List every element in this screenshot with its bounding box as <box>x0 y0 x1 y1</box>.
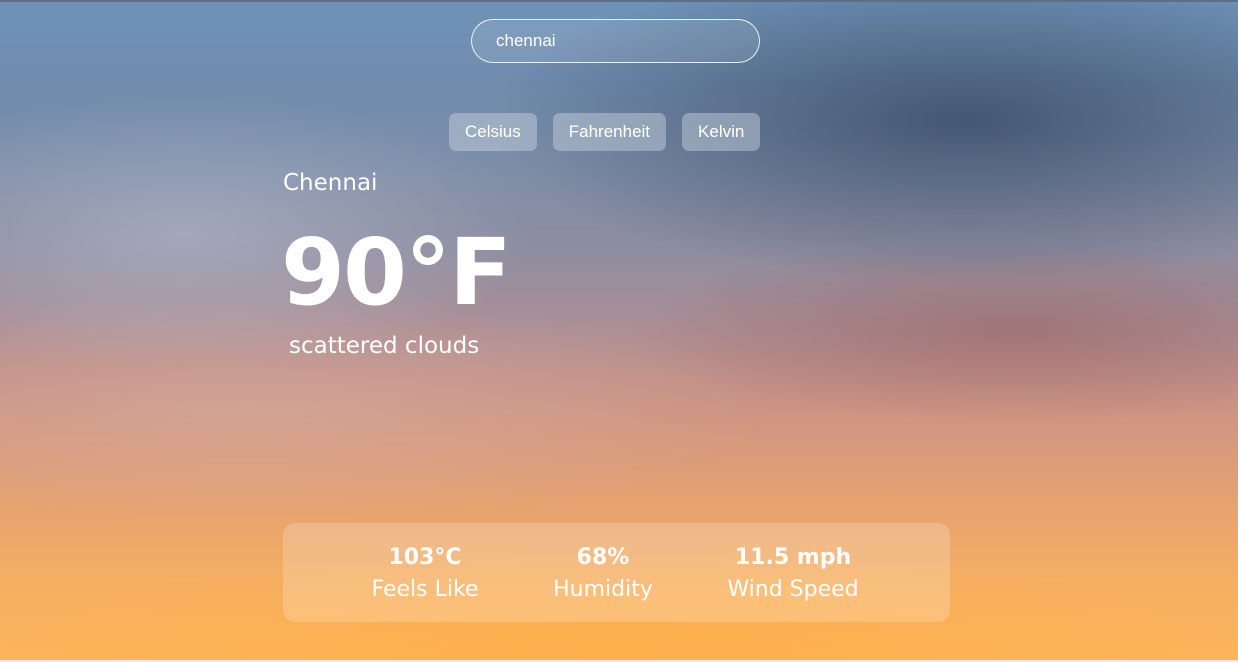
humidity-value: 68% <box>576 545 630 570</box>
humidity-label: Humidity <box>553 577 653 602</box>
fahrenheit-button[interactable]: Fahrenheit <box>552 113 667 151</box>
top-border <box>0 0 1238 2</box>
unit-switcher: Celsius Fahrenheit Kelvin <box>449 113 761 151</box>
celsius-button[interactable]: Celsius <box>449 113 537 151</box>
feels-like-label: Feels Like <box>371 577 479 602</box>
feels-like-stat: 103°C Feels Like <box>350 543 500 607</box>
wind-speed-value: 11.5 mph <box>734 545 852 570</box>
kelvin-button[interactable]: Kelvin <box>682 113 761 151</box>
details-panel: 103°C Feels Like 68% Humidity 11.5 mph W… <box>283 523 950 622</box>
temperature: 90°F <box>281 219 512 326</box>
wind-speed-label: Wind Speed <box>727 577 859 602</box>
feels-like-value: 103°C <box>388 545 462 570</box>
humidity-stat: 68% Humidity <box>533 543 673 607</box>
search-input[interactable] <box>496 20 746 62</box>
city-name: Chennai <box>283 170 378 196</box>
search-box[interactable] <box>471 19 760 63</box>
wind-speed-stat: 11.5 mph Wind Speed <box>708 543 878 607</box>
weather-description: scattered clouds <box>289 333 480 359</box>
